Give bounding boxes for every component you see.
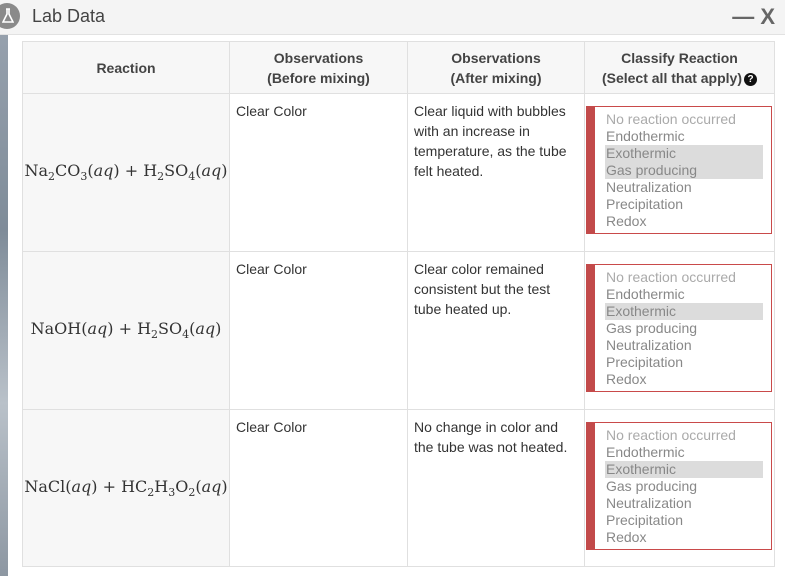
background-strip xyxy=(0,0,8,576)
option-precipitation[interactable]: Precipitation xyxy=(605,354,763,371)
option-precipitation[interactable]: Precipitation xyxy=(605,196,763,213)
header-after-line1: Observations xyxy=(451,49,541,66)
header-before-line1: Observations xyxy=(273,49,364,66)
flask-icon xyxy=(0,3,20,29)
option-gas-producing[interactable]: Gas producing xyxy=(605,320,763,337)
header-after-line2: (After mixing) xyxy=(450,69,542,86)
classify-multiselect[interactable]: No reaction occurred Endothermic Exother… xyxy=(586,106,772,234)
option-exothermic[interactable]: Exothermic xyxy=(605,461,763,478)
option-no-reaction[interactable]: No reaction occurred xyxy=(605,427,763,444)
option-gas-producing[interactable]: Gas producing xyxy=(605,162,763,179)
observation-after: Clear color remained consistent but the … xyxy=(407,251,585,410)
option-gas-producing[interactable]: Gas producing xyxy=(605,478,763,495)
option-exothermic[interactable]: Exothermic xyxy=(605,145,763,162)
header-before: Observations (Before mixing) xyxy=(229,41,408,94)
table-row: NaOH(aq) + H2SO4(aq) Clear Color Clear c… xyxy=(22,251,775,410)
header-classify-line2: (Select all that apply) xyxy=(601,69,743,86)
reaction-equation: NaOH(aq) + H2SO4(aq) xyxy=(22,251,230,410)
reaction-equation: Na2CO3(aq) + H2SO4(aq) xyxy=(22,93,230,252)
classify-multiselect[interactable]: No reaction occurred Endothermic Exother… xyxy=(586,264,772,392)
window-titlebar: Lab Data — X xyxy=(0,0,785,35)
observation-after: No change in color and the tube was not … xyxy=(407,409,585,567)
option-neutralization[interactable]: Neutralization xyxy=(605,337,763,354)
option-neutralization[interactable]: Neutralization xyxy=(605,495,763,512)
option-redox[interactable]: Redox xyxy=(605,371,763,388)
option-no-reaction[interactable]: No reaction occurred xyxy=(605,111,763,128)
minimize-button[interactable]: — xyxy=(732,4,754,29)
reaction-equation: NaCl(aq) + HC2H3O2(aq) xyxy=(22,409,230,567)
header-classify-line1: Classify Reaction xyxy=(621,49,738,66)
option-no-reaction[interactable]: No reaction occurred xyxy=(605,269,763,286)
option-redox[interactable]: Redox xyxy=(605,529,763,546)
table-row: Na2CO3(aq) + H2SO4(aq) Clear Color Clear… xyxy=(22,93,775,252)
header-after: Observations (After mixing) xyxy=(407,41,585,94)
option-endothermic[interactable]: Endothermic xyxy=(605,128,763,145)
observation-before: Clear Color xyxy=(229,251,408,410)
option-precipitation[interactable]: Precipitation xyxy=(605,512,763,529)
option-neutralization[interactable]: Neutralization xyxy=(605,179,763,196)
option-exothermic[interactable]: Exothermic xyxy=(605,303,763,320)
header-before-line2: (Before mixing) xyxy=(267,69,370,86)
observation-before: Clear Color xyxy=(229,93,408,252)
option-redox[interactable]: Redox xyxy=(605,213,763,230)
option-endothermic[interactable]: Endothermic xyxy=(605,286,763,303)
header-classify: Classify Reaction (Select all that apply… xyxy=(584,41,775,94)
option-endothermic[interactable]: Endothermic xyxy=(605,444,763,461)
window-title: Lab Data xyxy=(32,6,106,26)
close-button[interactable]: X xyxy=(760,4,775,29)
classify-multiselect[interactable]: No reaction occurred Endothermic Exother… xyxy=(586,422,772,550)
observation-before: Clear Color xyxy=(229,409,408,567)
lab-data-table: Reaction Observations (Before mixing) Ob… xyxy=(22,41,775,567)
help-icon[interactable]: ? xyxy=(744,72,758,86)
header-reaction: Reaction xyxy=(22,41,230,94)
table-row: NaCl(aq) + HC2H3O2(aq) Clear Color No ch… xyxy=(22,409,775,567)
observation-after: Clear liquid with bubbles with an increa… xyxy=(407,93,585,252)
